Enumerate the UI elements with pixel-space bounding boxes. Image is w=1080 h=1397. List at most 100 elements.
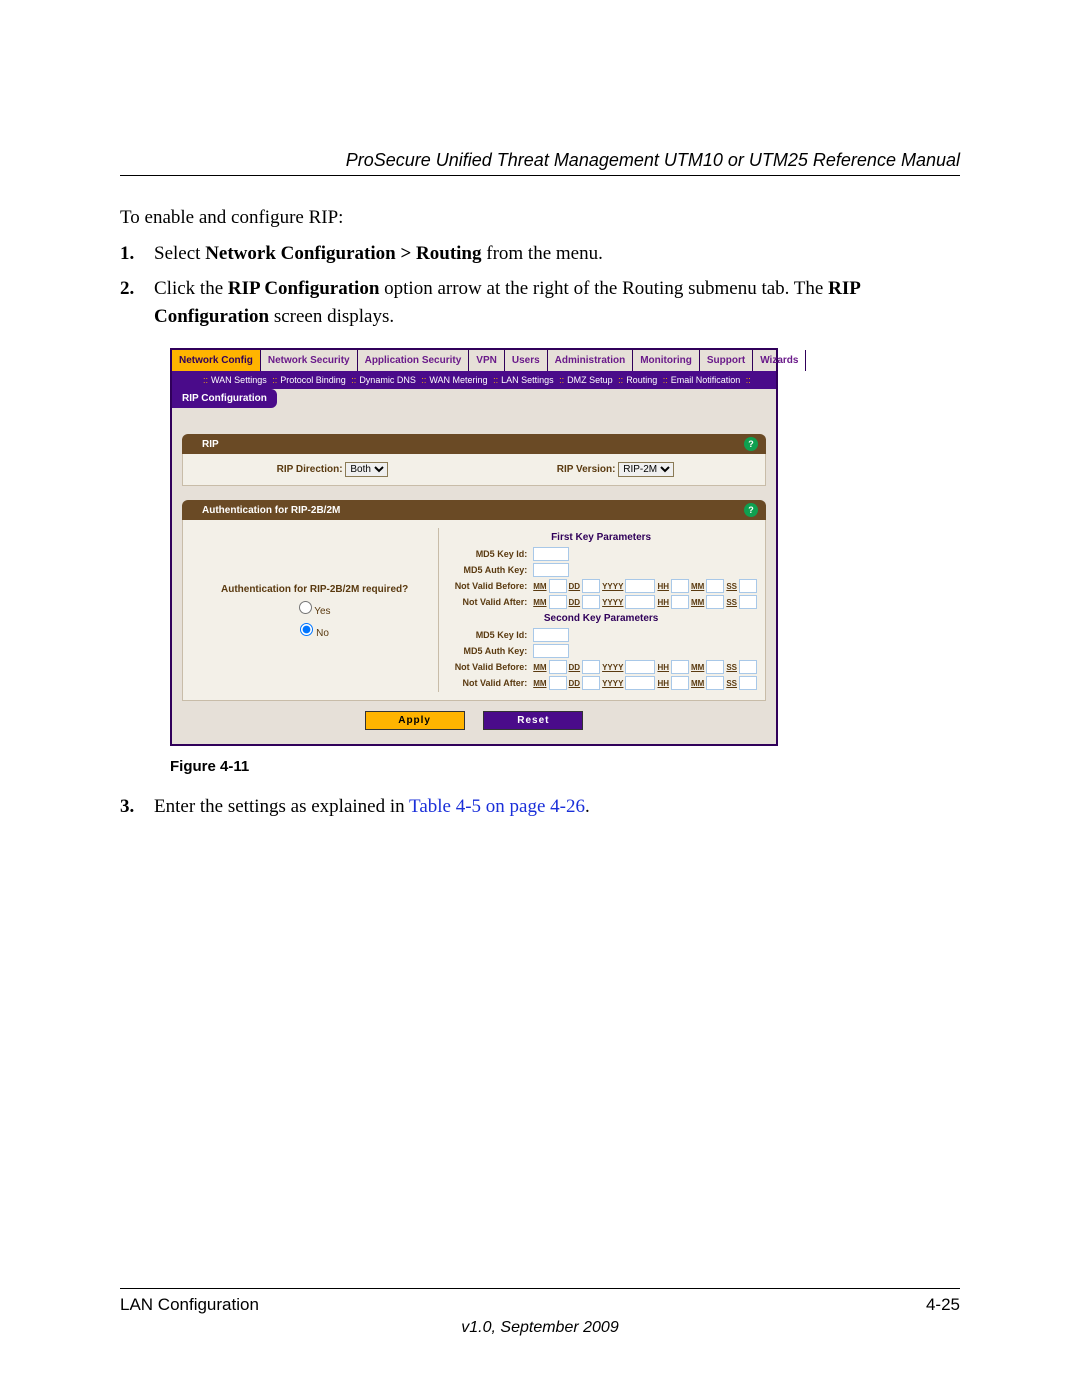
md5-auth-key-label: MD5 Auth Key: [445, 646, 531, 656]
subnav-ddns[interactable]: Dynamic DNS [359, 375, 416, 385]
help-icon[interactable]: ? [744, 437, 758, 451]
second-nvb-dd[interactable] [582, 660, 600, 674]
step-1: 1. Select Network Configuration > Routin… [120, 240, 960, 268]
auth-section-body: Authentication for RIP-2B/2M required? Y… [182, 520, 766, 701]
footer-left: LAN Configuration [120, 1295, 259, 1315]
subnav-protocol[interactable]: Protocol Binding [280, 375, 346, 385]
dd-label: DD [569, 582, 581, 591]
second-nva-ss[interactable] [739, 676, 757, 690]
subnav-lan[interactable]: LAN Settings [501, 375, 554, 385]
rip-version-select[interactable]: RIP-2M [618, 462, 674, 477]
tab-support[interactable]: Support [700, 350, 753, 371]
subtab-rip-config[interactable]: RIP Configuration [172, 389, 277, 408]
second-nva-mm2[interactable] [706, 676, 724, 690]
tab-network-config[interactable]: Network Config [172, 350, 261, 371]
subnav-email[interactable]: Email Notification [671, 375, 741, 385]
auth-section-title: Authentication for RIP-2B/2M [202, 505, 340, 516]
help-icon[interactable]: ? [744, 503, 758, 517]
tab-vpn[interactable]: VPN [469, 350, 505, 371]
header-rule [120, 175, 960, 176]
first-md5-key-id[interactable] [533, 547, 569, 561]
subnav-wan[interactable]: WAN Settings [211, 375, 267, 385]
second-nvb-mm2[interactable] [706, 660, 724, 674]
mm-label: MM [533, 679, 546, 688]
first-nvb-dd[interactable] [582, 579, 600, 593]
first-nva-hh[interactable] [671, 595, 689, 609]
apply-button[interactable]: Apply [365, 711, 465, 730]
auth-no-radio[interactable] [300, 623, 313, 636]
yyyy-label: YYYY [602, 663, 623, 672]
first-nva-mm2[interactable] [706, 595, 724, 609]
first-nva-dd[interactable] [582, 595, 600, 609]
second-nva-mm[interactable] [549, 676, 567, 690]
step2-a: Click the [154, 278, 228, 299]
second-nva-hh[interactable] [671, 676, 689, 690]
step-number: 2. [120, 275, 140, 330]
second-md5-auth-key[interactable] [533, 644, 569, 658]
mm2-label: MM [691, 679, 704, 688]
tab-wizards[interactable]: Wizards [753, 350, 806, 371]
first-nvb-ss[interactable] [739, 579, 757, 593]
first-nvb-mm2[interactable] [706, 579, 724, 593]
md5-key-id-label: MD5 Key Id: [445, 549, 531, 559]
mm2-label: MM [691, 582, 704, 591]
first-nvb-yyyy[interactable] [625, 579, 655, 593]
tab-administration[interactable]: Administration [548, 350, 634, 371]
auth-yes-radio[interactable] [299, 601, 312, 614]
tab-users[interactable]: Users [505, 350, 548, 371]
first-md5-auth-key[interactable] [533, 563, 569, 577]
subnav-routing[interactable]: Routing [626, 375, 657, 385]
step-3: 3. Enter the settings as explained in Ta… [120, 793, 960, 821]
step-number: 1. [120, 240, 140, 268]
second-nvb-hh[interactable] [671, 660, 689, 674]
first-nvb-hh[interactable] [671, 579, 689, 593]
mm-label: MM [533, 598, 546, 607]
second-nvb-mm[interactable] [549, 660, 567, 674]
hh-label: HH [657, 598, 669, 607]
mm-label: MM [533, 663, 546, 672]
tab-application-security[interactable]: Application Security [358, 350, 470, 371]
mm2-label: MM [691, 598, 704, 607]
first-nvb-mm[interactable] [549, 579, 567, 593]
second-md5-key-id[interactable] [533, 628, 569, 642]
rip-config-screenshot: Network Config Network Security Applicat… [170, 348, 778, 746]
second-nvb-ss[interactable] [739, 660, 757, 674]
rip-version-label: RIP Version: [557, 464, 616, 475]
auth-yes-label: Yes [314, 606, 330, 617]
second-nvb-yyyy[interactable] [625, 660, 655, 674]
top-nav: Network Config Network Security Applicat… [172, 350, 776, 371]
auth-right-panel: First Key Parameters MD5 Key Id: MD5 Aut… [438, 528, 757, 692]
second-nva-yyyy[interactable] [625, 676, 655, 690]
subnav-wanmeter[interactable]: WAN Metering [429, 375, 487, 385]
step-number: 3. [120, 793, 140, 821]
footer-center: v1.0, September 2009 [120, 1319, 960, 1337]
dd-label: DD [569, 598, 581, 607]
rip-section-title: RIP [202, 439, 219, 450]
ss-label: SS [726, 582, 737, 591]
tab-network-security[interactable]: Network Security [261, 350, 358, 371]
first-nva-mm[interactable] [549, 595, 567, 609]
reset-button[interactable]: Reset [483, 711, 583, 730]
second-nva-dd[interactable] [582, 676, 600, 690]
subnav-dmz[interactable]: DMZ Setup [567, 375, 613, 385]
step3-link[interactable]: Table 4-5 on page 4-26 [409, 796, 585, 817]
yyyy-label: YYYY [602, 582, 623, 591]
ss-label: SS [726, 598, 737, 607]
first-nva-yyyy[interactable] [625, 595, 655, 609]
steps-list: 1. Select Network Configuration > Routin… [120, 240, 960, 331]
auth-left-panel: Authentication for RIP-2B/2M required? Y… [191, 528, 438, 692]
rip-direction-select[interactable]: Both [345, 462, 388, 477]
tab-monitoring[interactable]: Monitoring [633, 350, 700, 371]
second-key-title: Second Key Parameters [445, 613, 757, 624]
auth-section-header: Authentication for RIP-2B/2M ? [182, 500, 766, 520]
step3-t2: . [585, 796, 590, 817]
step1-suffix: from the menu. [482, 243, 603, 264]
step1-bold: Network Configuration > Routing [205, 243, 481, 264]
first-nva-ss[interactable] [739, 595, 757, 609]
mm-label: MM [533, 582, 546, 591]
not-valid-before-label: Not Valid Before: [445, 581, 531, 591]
step2-b: RIP Configuration [228, 278, 380, 299]
figure-caption: Figure 4-11 [170, 758, 960, 775]
not-valid-before-label: Not Valid Before: [445, 662, 531, 672]
auth-question: Authentication for RIP-2B/2M required? [191, 584, 438, 595]
